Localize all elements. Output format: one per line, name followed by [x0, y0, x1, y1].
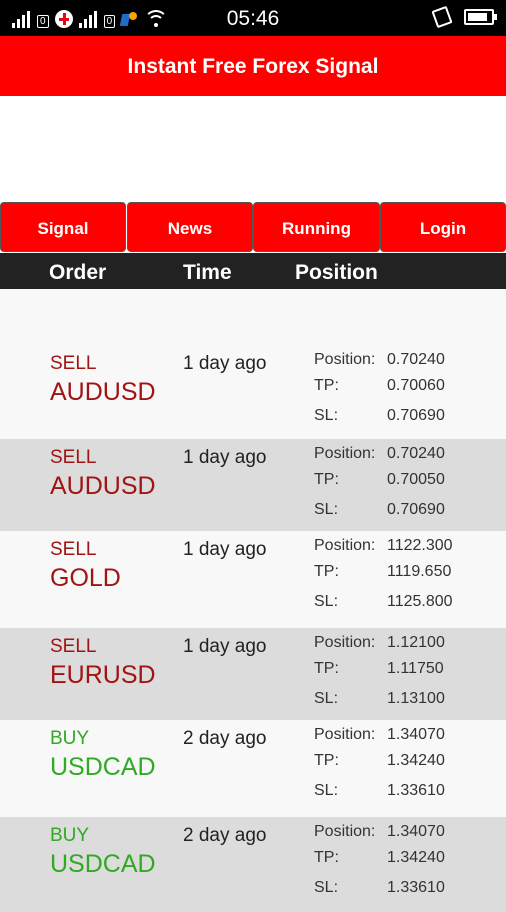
sl-label: SL: [314, 879, 339, 896]
tp-label: TP: [314, 563, 339, 580]
sl-label: SL: [314, 407, 339, 424]
signal-row[interactable]: BUY USDCAD 2 day ago Position: 1.34070 TP: 1.3… [0, 720, 506, 817]
signal-row[interactable]: SELL GOLD 1 day ago Position: 1122.300 TP: 111… [0, 531, 506, 628]
sl-label: SL: [314, 690, 339, 707]
sl-label: SL: [314, 782, 339, 799]
tp-value: 1.34240 [387, 849, 445, 866]
signal-direction: SELL [50, 636, 97, 657]
sl-value: 1.33610 [387, 879, 445, 896]
tp-label: TP: [314, 849, 339, 866]
status-bar: 0 0 05:46 [0, 0, 506, 36]
status-time: 05:46 [226, 7, 280, 30]
nav-tabs: Signal News Running Login [0, 202, 506, 252]
app-title-bar: Instant Free Forex Signal [0, 36, 506, 96]
signal-symbol: GOLD [50, 564, 121, 592]
tp-label: TP: [314, 377, 339, 394]
signal-symbol: USDCAD [50, 753, 156, 781]
signal-list: SELL AUDUSD 1 day ago Position: 0.70240 TP: 0.… [0, 289, 506, 912]
column-header: Order Time Position [0, 253, 506, 289]
ad-space [0, 96, 506, 202]
position-label: Position: [314, 537, 376, 554]
tp-value: 0.70050 [387, 471, 445, 488]
signal-symbol: USDCAD [50, 850, 156, 878]
sl-value: 0.70690 [387, 501, 445, 518]
signal-symbol: AUDUSD [50, 472, 156, 500]
tab-login[interactable]: Login [380, 202, 506, 252]
tp-value: 1119.650 [387, 563, 452, 580]
app-title: Instant Free Forex Signal [127, 55, 379, 78]
signal-row[interactable]: BUY USDCAD 2 day ago Position: 1.34070 TP: 1.3… [0, 817, 506, 912]
position-value: 1.34070 [387, 823, 445, 840]
position-value: 0.70240 [387, 445, 445, 462]
tp-label: TP: [314, 660, 339, 677]
signal-direction: SELL [50, 353, 97, 374]
signal-row[interactable]: SELL EURUSD 1 day ago Position: 1.12100 TP: 1.… [0, 628, 506, 720]
signal-direction: BUY [50, 728, 90, 749]
signal-row[interactable]: SELL AUDUSD 1 day ago Position: 0.70240 TP: 0.… [0, 439, 506, 531]
signal-time: 1 day ago [183, 447, 267, 468]
tp-label: TP: [314, 471, 339, 488]
tp-value: 0.70060 [387, 377, 445, 394]
tp-value: 1.34240 [387, 752, 445, 769]
position-value: 0.70240 [387, 351, 445, 368]
column-order: Order [49, 261, 107, 284]
sl-value: 0.70690 [387, 407, 445, 424]
position-value: 1.34070 [387, 726, 445, 743]
sl-value: 1125.800 [387, 593, 453, 610]
tp-value: 1.11750 [387, 660, 444, 677]
signal-direction: BUY [50, 825, 90, 846]
signal-symbol: EURUSD [50, 661, 156, 689]
signal-direction: SELL [50, 447, 97, 468]
sl-value: 1.13100 [387, 690, 445, 707]
tp-label: TP: [314, 752, 339, 769]
battery-icon [464, 9, 497, 25]
sl-value: 1.33610 [387, 782, 445, 799]
tab-running[interactable]: Running [253, 202, 380, 252]
position-label: Position: [314, 726, 376, 743]
position-label: Position: [314, 351, 376, 368]
vibrate-icon [431, 5, 453, 29]
signal-row[interactable]: SELL AUDUSD 1 day ago Position: 0.70240 TP: 0.… [0, 289, 506, 439]
signal-time: 1 day ago [183, 353, 267, 374]
signal-symbol: AUDUSD [50, 378, 156, 406]
status-right-icons [431, 5, 497, 29]
sl-label: SL: [314, 593, 339, 610]
signal-direction: SELL [50, 539, 97, 560]
signal-time: 2 day ago [183, 728, 267, 749]
position-label: Position: [314, 634, 376, 651]
signal-time: 2 day ago [183, 825, 267, 846]
position-label: Position: [314, 823, 376, 840]
position-label: Position: [314, 445, 376, 462]
signal-time: 1 day ago [183, 539, 267, 560]
signal-time: 1 day ago [183, 636, 267, 657]
position-value: 1.12100 [387, 634, 445, 651]
tab-news[interactable]: News [127, 202, 253, 252]
sl-label: SL: [314, 501, 339, 518]
tab-signal[interactable]: Signal [0, 202, 126, 252]
column-time: Time [183, 261, 232, 284]
position-value: 1122.300 [387, 537, 453, 554]
column-position: Position [295, 261, 378, 284]
